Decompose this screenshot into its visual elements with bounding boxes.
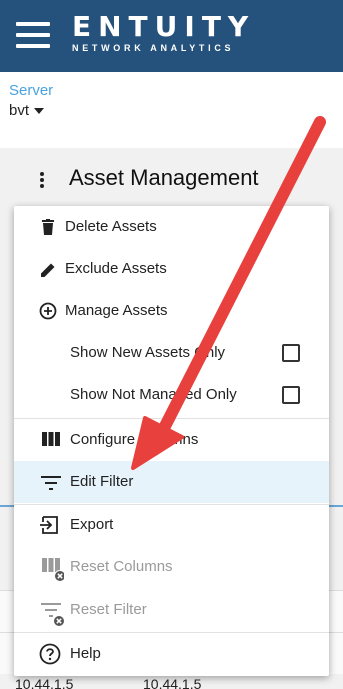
- red-arrow-annotation: [131, 116, 326, 470]
